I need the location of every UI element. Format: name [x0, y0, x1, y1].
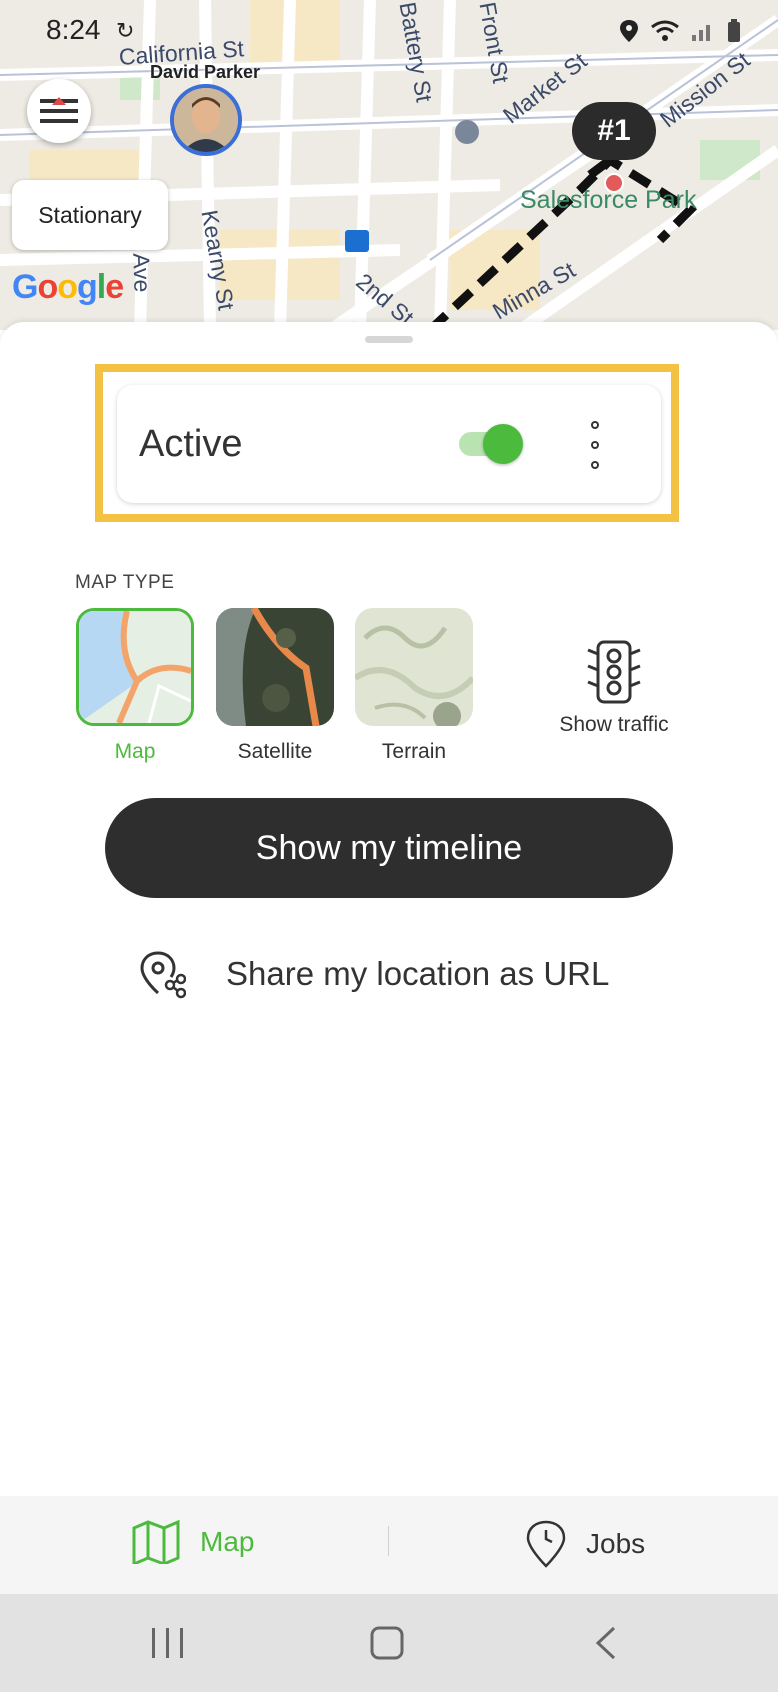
nav-item-jobs[interactable]: Jobs [526, 1520, 645, 1568]
avatar [174, 88, 238, 152]
traffic-label: Show traffic [559, 713, 669, 736]
location-icon [620, 20, 638, 42]
map-type-terrain[interactable]: Terrain [354, 608, 474, 764]
map-type-label: Satellite [237, 740, 313, 763]
sheet-drag-handle[interactable] [365, 336, 413, 343]
menu-icon [40, 97, 78, 123]
system-nav-buttons [152, 1626, 616, 1660]
share-location-row[interactable]: Share my location as URL [138, 944, 609, 1004]
active-toggle[interactable] [459, 424, 523, 464]
map-thumbnail-image [79, 611, 191, 723]
status-icons [618, 18, 742, 44]
google-logo: Google [12, 268, 124, 306]
map-type-terrain-thumbnail [355, 608, 473, 726]
system-navigation-bar [0, 1594, 778, 1692]
location-clock-icon [526, 1520, 566, 1568]
user-avatar-marker[interactable] [170, 84, 242, 156]
show-timeline-button[interactable]: Show my timeline [105, 798, 673, 898]
map-type-heading: MAP TYPE [75, 572, 175, 593]
map-type-map[interactable]: Map [75, 608, 195, 764]
satellite-thumbnail-image [216, 608, 334, 726]
map-type-satellite-thumbnail [216, 608, 334, 726]
share-location-icon [140, 951, 186, 999]
nav-item-map[interactable]: Map [132, 1520, 254, 1564]
menu-button[interactable] [27, 79, 91, 143]
back-icon[interactable] [595, 1626, 616, 1660]
nav-label: Jobs [586, 1528, 646, 1559]
more-options-icon[interactable] [583, 421, 607, 469]
terrain-thumbnail-image [355, 608, 473, 726]
home-icon[interactable] [370, 1626, 404, 1660]
stationary-label: Stationary [12, 180, 168, 250]
sync-icon: ↻ [116, 18, 135, 43]
status-time: 8:24 [46, 14, 101, 45]
map-view[interactable]: California St Battery St Front St Market… [0, 0, 778, 330]
wifi-icon [651, 20, 679, 41]
map-type-label: Map [114, 740, 156, 763]
map-icon [132, 1520, 180, 1564]
active-label: Active [139, 423, 243, 465]
map-type-map-thumbnail [76, 608, 194, 726]
traffic-light-icon [587, 640, 641, 704]
bottom-navigation: Map Jobs [0, 1496, 778, 1594]
map-type-satellite[interactable]: Satellite [215, 608, 335, 764]
show-traffic-toggle[interactable]: Show traffic [548, 640, 680, 737]
park-label: Salesforce Park [520, 186, 697, 214]
nav-divider [388, 1526, 389, 1556]
recent-apps-icon[interactable] [152, 1628, 183, 1658]
signal-icon [692, 25, 710, 41]
map-type-label: Terrain [381, 740, 447, 763]
nav-label: Map [200, 1526, 255, 1557]
bottom-sheet: Active MAP TYPE Map Satellite Terrain Sh… [0, 322, 778, 1496]
user-marker-name: David Parker [150, 62, 261, 82]
battery-icon [728, 19, 740, 42]
toggle-thumb [483, 424, 523, 464]
share-location-label: Share my location as URL [226, 955, 610, 992]
active-status-card: Active [117, 385, 661, 503]
job-marker[interactable]: #1 [572, 102, 656, 160]
